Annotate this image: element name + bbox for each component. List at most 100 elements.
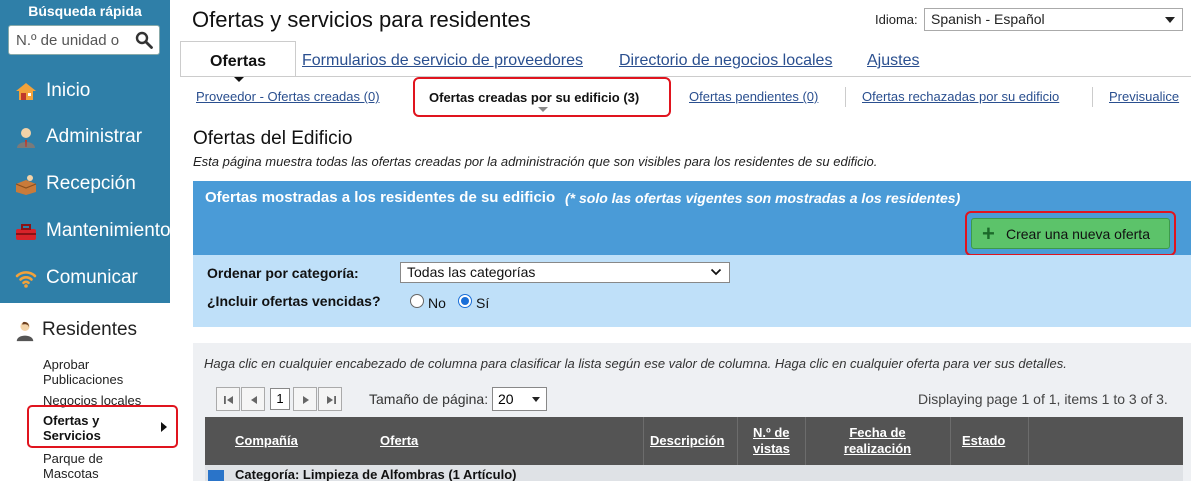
subtab-proveedor-ofertas[interactable]: Proveedor - Ofertas creadas (0)	[196, 89, 380, 104]
chevron-down-icon	[710, 268, 722, 276]
sidebar-item-mantenimiento[interactable]: Mantenimiento	[0, 211, 171, 251]
sidebar-item-administrar[interactable]: Administrar	[0, 117, 170, 157]
grid-hint: Haga clic en cualquier encabezado de col…	[204, 356, 1067, 371]
column-header-views-line1: N.º de	[753, 425, 790, 440]
toolbox-icon	[16, 224, 36, 240]
sidebar-item-label: Mantenimiento	[46, 220, 171, 241]
expired-label: ¿Incluir ofertas vencidas?	[207, 293, 381, 309]
page-number-input[interactable]: 1	[270, 388, 290, 410]
column-divider	[950, 417, 951, 465]
expired-yes-radio[interactable]	[458, 294, 472, 308]
first-page-icon	[224, 396, 233, 404]
chevron-right-icon	[161, 422, 167, 432]
category-label: Ordenar por categoría:	[207, 265, 359, 281]
category-select[interactable]: Todas las categorías	[400, 262, 730, 283]
column-header-views[interactable]: N.º de vistas	[753, 425, 790, 457]
house-icon	[16, 83, 36, 100]
column-header-status[interactable]: Estado	[962, 433, 1005, 449]
language-select[interactable]: Spanish - Español	[924, 8, 1183, 31]
tab-directorio-de-negocios[interactable]: Directorio de negocios locales	[619, 52, 832, 70]
prev-page-icon	[251, 396, 257, 404]
manager-icon	[17, 128, 35, 148]
column-divider	[1028, 417, 1029, 465]
sidebar-item-label: Inicio	[46, 80, 91, 101]
subtab-divider	[845, 87, 846, 107]
expired-no-radio[interactable]	[410, 294, 424, 308]
sidebar-item-recepcion[interactable]: Recepción	[0, 164, 170, 204]
column-header-company[interactable]: Compañía	[235, 433, 298, 449]
column-header-date-line2: realización	[843, 441, 912, 456]
page-size-select[interactable]: 20	[492, 387, 547, 411]
sidebar: Búsqueda rápida Inicio Administrar Recep…	[0, 0, 178, 481]
wifi-icon	[15, 271, 37, 288]
panel-heading: Ofertas mostradas a los residentes de su…	[205, 189, 556, 206]
create-offer-label: Crear una nueva oferta	[1006, 226, 1150, 242]
sidebar-item-inicio[interactable]: Inicio	[0, 71, 170, 111]
subtab-label: Ofertas creadas por su edificio (3)	[429, 90, 640, 105]
next-page-icon	[303, 396, 309, 404]
section-description: Esta página muestra todas las ofertas cr…	[193, 154, 878, 169]
table-row[interactable]: Categoría: Limpieza de Alfombras (1 Artí…	[205, 465, 1183, 481]
subtab-ofertas-pendientes[interactable]: Ofertas pendientes (0)	[689, 89, 818, 104]
sidebar-item-comunicar[interactable]: Comunicar	[0, 258, 170, 298]
expired-no-label: No	[428, 295, 446, 311]
package-icon	[15, 175, 37, 195]
section-title: Ofertas del Edificio	[193, 128, 353, 149]
tab-formularios-de-servicio[interactable]: Formularios de servicio de proveedores	[302, 52, 583, 70]
column-header-date-line1: Fecha de	[849, 425, 906, 440]
panel-note: (* solo las ofertas vigentes son mostrad…	[565, 190, 961, 206]
subtab-previsualice[interactable]: Previsualice	[1109, 89, 1179, 104]
tab-ajustes[interactable]: Ajustes	[867, 52, 919, 70]
submenu-item-ofertas-y-servicios[interactable]: Ofertas y Servicios	[27, 405, 178, 448]
residents-submenu: Residentes Aprobar Publicaciones Negocio…	[0, 303, 178, 481]
page-info: Displaying page 1 of 1, items 1 to 3 of …	[918, 391, 1168, 407]
grid-header: Compañía Oferta Descripción N.º de vista…	[205, 417, 1183, 465]
prev-page-button[interactable]	[241, 387, 265, 411]
search-icon[interactable]	[135, 31, 153, 49]
tab-label: Ofertas	[209, 53, 267, 70]
expired-yes-label: Sí	[476, 295, 490, 311]
sidebar-item-label: Residentes	[42, 319, 138, 340]
column-header-date[interactable]: Fecha de realización	[830, 425, 925, 457]
quick-search-input[interactable]	[9, 26, 131, 54]
create-button-highlight: + Crear una nueva oferta	[965, 211, 1176, 256]
column-header-offer[interactable]: Oferta	[380, 433, 418, 449]
caret-down-icon	[538, 107, 548, 112]
resident-icon	[16, 321, 34, 342]
page-size-label: Tamaño de página:	[369, 391, 489, 407]
main-tabs: Ofertas Formularios de servicio de prove…	[180, 40, 1191, 82]
language-value: Spanish - Español	[931, 11, 1045, 27]
first-page-button[interactable]	[216, 387, 240, 411]
quick-search-title: Búsqueda rápida	[28, 3, 142, 19]
category-value: Todas las categorías	[407, 264, 536, 280]
expand-icon[interactable]	[208, 470, 224, 481]
last-page-icon	[327, 396, 336, 404]
caret-down-icon	[532, 397, 540, 402]
column-divider	[737, 417, 738, 465]
sidebar-item-label: Recepción	[46, 173, 136, 194]
sidebar-item-label: Administrar	[46, 126, 143, 147]
next-page-button[interactable]	[293, 387, 317, 411]
sidebar-item-label: Comunicar	[46, 267, 138, 288]
submenu-item-label: Ofertas y Servicios	[43, 413, 101, 443]
tabs-divider	[180, 76, 1191, 77]
column-header-views-line2: vistas	[753, 441, 790, 456]
caret-down-icon	[1165, 17, 1175, 23]
last-page-button[interactable]	[318, 387, 342, 411]
subtab-ofertas-creadas-por-edificio[interactable]: Ofertas creadas por su edificio (3)	[413, 77, 671, 117]
column-divider	[805, 417, 806, 465]
group-row-label: Categoría: Limpieza de Alfombras (1 Artí…	[235, 467, 517, 481]
tab-ofertas[interactable]: Ofertas	[180, 41, 296, 82]
page-size-value: 20	[498, 391, 514, 407]
submenu-item-aprobar-publicaciones[interactable]: Aprobar Publicaciones	[43, 357, 143, 387]
quick-search-box	[8, 25, 160, 55]
page-title: Ofertas y servicios para residentes	[192, 7, 531, 32]
plus-icon: +	[982, 221, 995, 246]
subtab-ofertas-rechazadas[interactable]: Ofertas rechazadas por su edificio	[862, 89, 1059, 104]
sidebar-item-residentes[interactable]: Residentes	[0, 317, 170, 345]
submenu-item-parque-de-mascotas[interactable]: Parque de Mascotas	[43, 451, 143, 481]
language-label: Idioma:	[875, 12, 918, 27]
column-header-description[interactable]: Descripción	[650, 433, 724, 449]
subtab-divider	[1092, 87, 1093, 107]
create-offer-button[interactable]: + Crear una nueva oferta	[971, 218, 1170, 249]
